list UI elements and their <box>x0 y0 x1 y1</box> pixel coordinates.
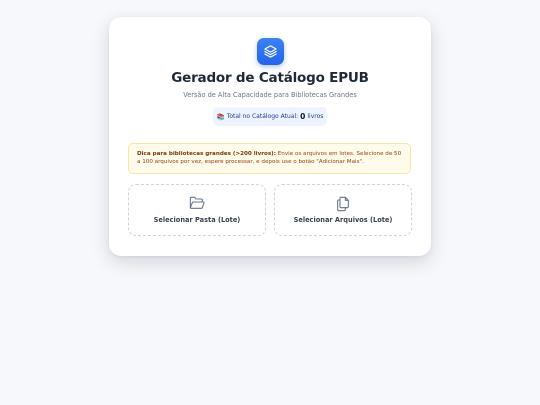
catalog-count-badge: 📚 Total no Catálogo Atual: 0 livros <box>213 107 327 126</box>
folder-open-icon <box>129 196 265 210</box>
layers-icon <box>257 38 284 65</box>
catalog-count-value: 0 <box>300 112 306 121</box>
large-library-tip: Dica para bibliotecas grandes (>200 livr… <box>128 143 411 174</box>
catalog-generator-card: Gerador de Catálogo EPUB Versão de Alta … <box>109 17 431 256</box>
select-folder-label: Selecionar Pasta (Lote) <box>153 216 241 224</box>
catalog-count-unit: livros <box>307 113 324 120</box>
catalog-count-label: Total no Catálogo Atual: <box>226 113 299 120</box>
books-icon: 📚 <box>216 112 225 121</box>
tip-heading: Dica para bibliotecas grandes (>200 livr… <box>137 151 276 157</box>
select-files-label: Selecionar Arquivos (Lote) <box>293 216 393 224</box>
select-files-button[interactable]: Selecionar Arquivos (Lote) <box>274 184 412 236</box>
files-icon <box>275 196 411 212</box>
select-folder-button[interactable]: Selecionar Pasta (Lote) <box>128 184 266 236</box>
page-title: Gerador de Catálogo EPUB <box>171 70 369 86</box>
page-subtitle: Versão de Alta Capacidade para Bibliotec… <box>183 91 357 99</box>
